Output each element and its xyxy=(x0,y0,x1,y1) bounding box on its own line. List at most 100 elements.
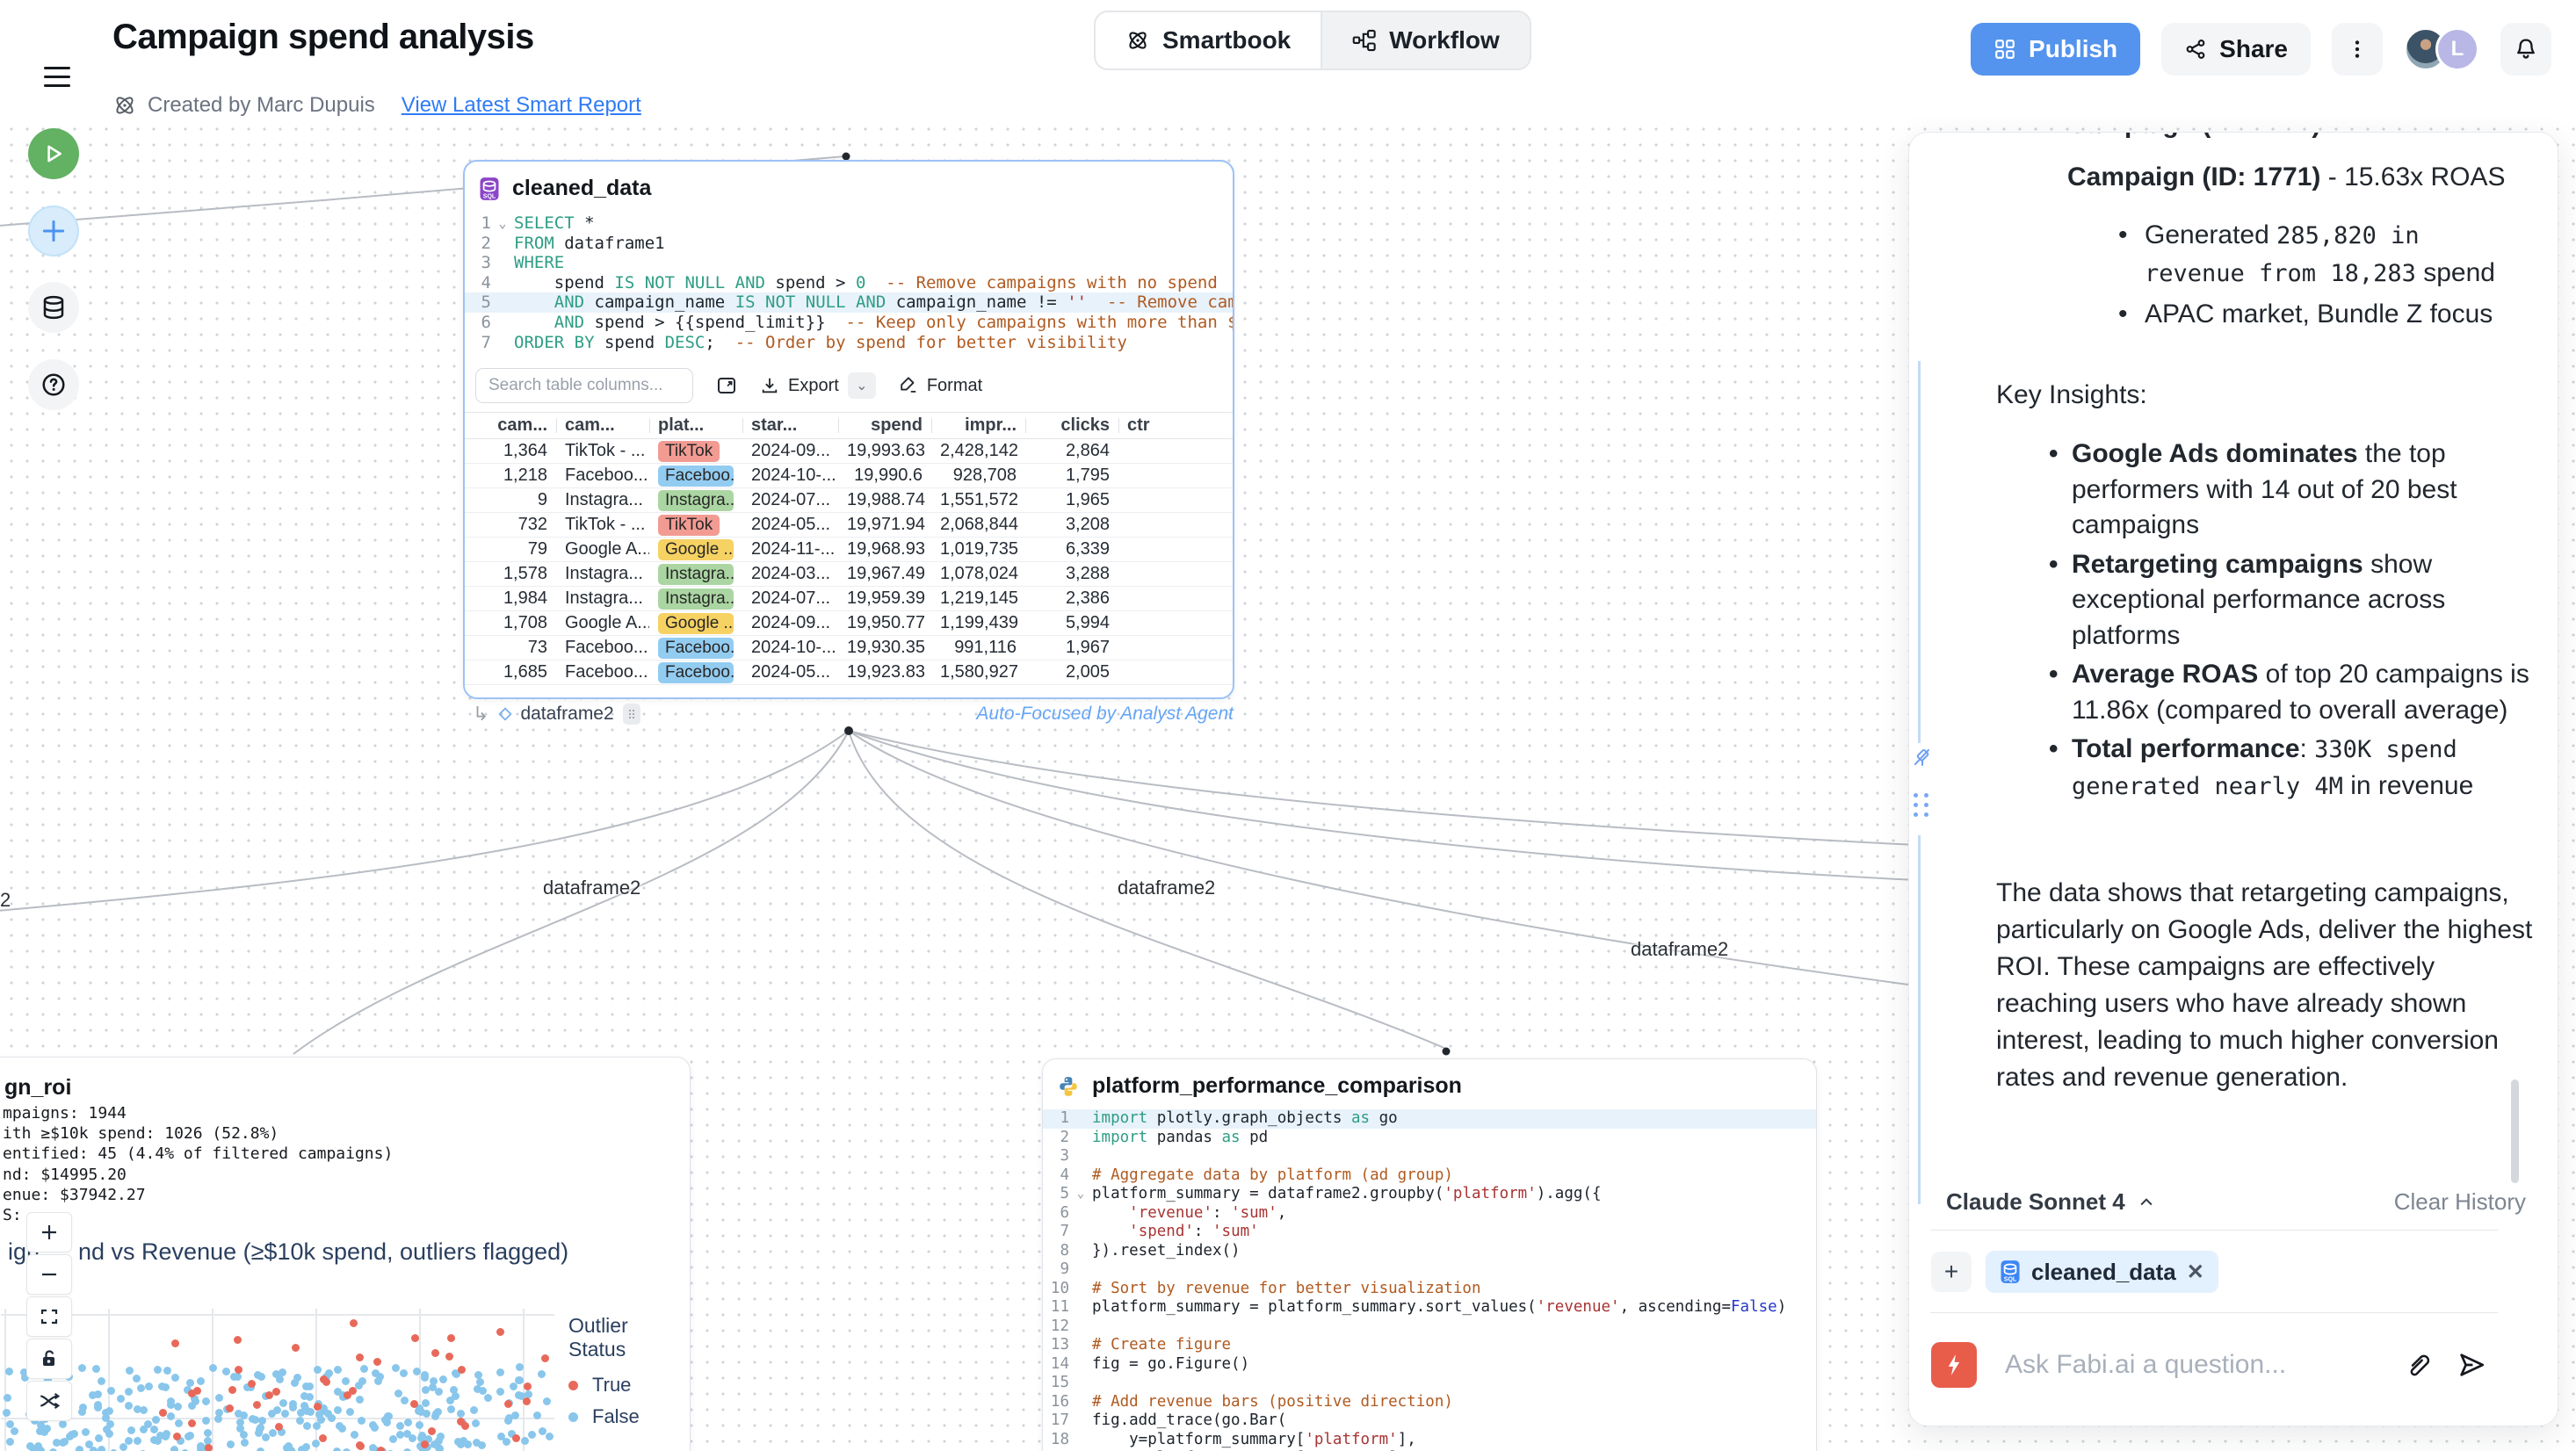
result-table[interactable]: cam...cam...plat...star...spendimpr...cl… xyxy=(465,412,1233,685)
node-header: platform_performance_comparison xyxy=(1043,1059,1816,1106)
table-row[interactable]: 732TikTok - ...TikTok2024-05...19,971.94… xyxy=(465,513,1233,538)
fit-view-button[interactable] xyxy=(26,1296,72,1337)
tab-smartbook[interactable]: Smartbook xyxy=(1096,12,1321,69)
column-header[interactable]: clicks xyxy=(1025,413,1118,439)
platform-badge: Faceboo... xyxy=(658,466,734,487)
table-row[interactable]: 1,364TikTok - ...TikTok2024-09...19,993.… xyxy=(465,439,1233,464)
table-row[interactable]: 1,218Faceboo...Faceboo...2024-10-...19,9… xyxy=(465,464,1233,488)
ask-question-input[interactable] xyxy=(2005,1350,2383,1380)
campaign-heading: Campaign (ID: 1771) - 15.63x ROAS xyxy=(2067,162,2506,192)
zoom-out-button[interactable] xyxy=(26,1254,72,1295)
share-button[interactable]: Share xyxy=(2161,23,2311,76)
notifications-button[interactable] xyxy=(2500,23,2551,76)
node-campaign-roi[interactable]: gn_roi mpaigns: 1944 ith ≥$10k spend: 10… xyxy=(0,1057,691,1451)
node-title: platform_performance_comparison xyxy=(1092,1073,1462,1099)
next-page-button[interactable]: › xyxy=(1211,694,1219,699)
context-chip-label: cleaned_data xyxy=(2031,1259,2176,1286)
menu-icon[interactable] xyxy=(44,67,70,90)
tab-workflow[interactable]: Workflow xyxy=(1321,12,1529,69)
add-node-button[interactable] xyxy=(28,206,79,256)
publish-button[interactable]: Publish xyxy=(1971,23,2140,76)
python-code-editor[interactable]: 1import plotly.graph_objects as go2impor… xyxy=(1043,1106,1816,1451)
message-accent-line xyxy=(1918,361,1921,743)
node-title: gn_roi xyxy=(4,1075,71,1101)
ai-assistant-panel: Campaign (ID: 1771) Campaign (ID: 1771) … xyxy=(1908,132,2558,1426)
export-button[interactable]: Export ⌄ xyxy=(760,372,876,399)
avatar-letter: L xyxy=(2435,27,2479,71)
table-row[interactable]: 1,708Google A...Google ...2024-09...19,9… xyxy=(465,611,1233,636)
run-workflow-button[interactable] xyxy=(28,128,79,179)
table-row[interactable]: 1,578Instagra...Instagra...2024-03...19,… xyxy=(465,562,1233,587)
shuffle-layout-button[interactable] xyxy=(26,1381,72,1421)
app: dataframe2 dataframe2 dataframe2 2 Campa… xyxy=(0,0,2576,1451)
tab-workflow-label: Workflow xyxy=(1389,26,1499,54)
scatter-plot[interactable] xyxy=(1,1284,554,1451)
export-options-button[interactable]: ⌄ xyxy=(848,372,876,399)
add-context-button[interactable]: + xyxy=(1931,1252,1972,1292)
panel-drag-handle[interactable] xyxy=(1914,793,1929,817)
svg-text:SQL: SQL xyxy=(483,193,496,199)
legend-item-true[interactable]: True xyxy=(568,1374,690,1397)
table-row[interactable]: 1,685Faceboo...Faceboo...2024-05...19,92… xyxy=(465,661,1233,685)
lock-canvas-button[interactable] xyxy=(26,1339,72,1379)
zoom-in-button[interactable] xyxy=(26,1212,72,1252)
minus-icon xyxy=(39,1264,60,1285)
sql-code-editor[interactable]: 1⌄SELECT *2FROM dataframe13WHERE4 spend … xyxy=(465,208,1233,361)
platform-badge: TikTok xyxy=(658,441,720,462)
column-header[interactable]: cam... xyxy=(465,413,556,439)
output-drag-handle[interactable] xyxy=(623,704,640,725)
prev-page-button[interactable]: ‹ xyxy=(1058,694,1066,699)
chevron-up-icon xyxy=(2138,1194,2155,1211)
format-button[interactable]: Format xyxy=(899,376,982,396)
node-cleaned-data[interactable]: SQL cleaned_data 1⌄SELECT *2FROM datafra… xyxy=(463,160,1234,699)
legend-item-false[interactable]: False xyxy=(568,1405,690,1428)
tab-smartbook-label: Smartbook xyxy=(1162,26,1291,54)
clear-history-button[interactable]: Clear History xyxy=(2394,1188,2526,1216)
edge-label-dataframe2: dataframe2 xyxy=(1631,938,1728,961)
data-sources-button[interactable] xyxy=(28,282,79,333)
view-report-link[interactable]: View Latest Smart Report xyxy=(402,93,641,118)
legend-dot-true xyxy=(568,1381,578,1390)
table-row[interactable]: 9Instagra...Instagra...2024-07...19,988.… xyxy=(465,488,1233,513)
context-chip-cleaned-data[interactable]: SQL cleaned_data ✕ xyxy=(1986,1251,2218,1293)
header-actions: Publish Share L xyxy=(1971,23,2551,76)
clipped-message-line: Campaign (ID: 1771) xyxy=(2067,133,2524,143)
campaign-sub-bullets: Generated 285,820 in revenue from 18,283… xyxy=(2145,217,2522,336)
table-row[interactable]: 1,984Instagra...Instagra...2024-07...19,… xyxy=(465,587,1233,611)
unpin-icon[interactable] xyxy=(1911,746,1934,769)
legend-label-false: False xyxy=(592,1405,640,1428)
column-header[interactable]: impr... xyxy=(931,413,1025,439)
platform-badge: Instagra... xyxy=(658,490,734,511)
table-row[interactable]: 73Faceboo...Faceboo...2024-10-...19,930.… xyxy=(465,636,1233,661)
table-footer: In total 1,944 recordsⓘ ‹ Page 1 of 20 › xyxy=(465,685,1233,699)
model-row: Claude Sonnet 4 Clear History xyxy=(1946,1188,2526,1216)
column-header[interactable]: ctr xyxy=(1118,413,1233,439)
output-dataframe-label[interactable]: dataframe2 xyxy=(520,704,613,725)
chart-legend: Outlier Status True False xyxy=(568,1314,690,1437)
legend-dot-false xyxy=(568,1412,578,1422)
column-header[interactable]: cam... xyxy=(556,413,649,439)
more-options-button[interactable] xyxy=(2332,23,2383,76)
attach-icon[interactable] xyxy=(2404,1351,2432,1379)
plus-icon xyxy=(40,218,67,244)
send-icon[interactable] xyxy=(2457,1350,2486,1380)
help-button[interactable] xyxy=(28,359,79,410)
expand-table-button[interactable] xyxy=(716,375,737,396)
edge-label-fragment: 2 xyxy=(0,889,11,912)
node-platform-performance-comparison[interactable]: platform_performance_comparison 1import … xyxy=(1042,1058,1817,1451)
model-selector[interactable]: Claude Sonnet 4 xyxy=(1946,1188,2155,1216)
remove-context-icon[interactable]: ✕ xyxy=(2187,1260,2204,1285)
search-input[interactable] xyxy=(475,368,693,403)
avatar-group[interactable]: L xyxy=(2404,27,2479,71)
column-header[interactable]: spend xyxy=(838,413,931,439)
workflow-icon xyxy=(1352,28,1377,53)
list-item: Average ROAS of top 20 campaigns is 11.8… xyxy=(2072,657,2546,728)
column-header[interactable]: star... xyxy=(742,413,838,439)
column-header[interactable]: plat... xyxy=(649,413,742,439)
panel-scrollbar[interactable] xyxy=(2511,1079,2519,1183)
page-title: Campaign spend analysis xyxy=(112,18,534,57)
canvas-zoom-toolbar xyxy=(26,1212,72,1423)
chat-input-row xyxy=(1931,1342,2537,1388)
table-row[interactable]: 79Google A...Google ...2024-11-...19,968… xyxy=(465,538,1233,562)
lightning-icon xyxy=(1941,1352,1967,1378)
